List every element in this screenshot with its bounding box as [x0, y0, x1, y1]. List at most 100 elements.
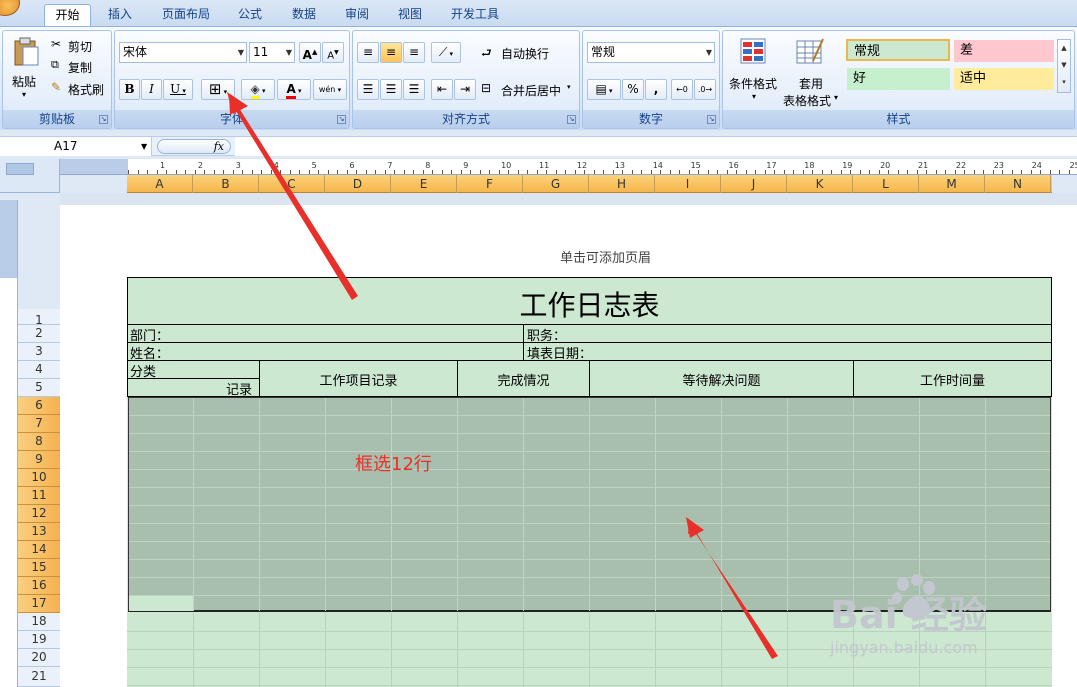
- style-cell-neutral[interactable]: 适中: [954, 68, 1054, 90]
- row-header-18[interactable]: 18: [18, 613, 60, 631]
- ruler-tick: [252, 170, 253, 174]
- row-header-1[interactable]: 1: [18, 309, 60, 327]
- format-as-table-button[interactable]: 套用 表格格式 ▾: [783, 35, 843, 108]
- column-header-f[interactable]: F: [457, 175, 523, 193]
- number-format-combo[interactable]: 常规 ▼: [587, 42, 715, 63]
- formula-input[interactable]: [235, 137, 1077, 156]
- merge-center-button[interactable]: ⊟ 合并后居中 ▾: [481, 81, 577, 99]
- column-header-a[interactable]: A: [127, 175, 193, 193]
- font-launcher-icon[interactable]: ↘: [337, 115, 346, 124]
- row-header-15[interactable]: 15: [18, 559, 60, 577]
- percent-button[interactable]: %: [622, 79, 644, 100]
- row-header-2[interactable]: 2: [18, 325, 60, 343]
- phonetic-button[interactable]: wén ▾: [313, 79, 347, 100]
- row-header-3[interactable]: 3: [18, 343, 60, 361]
- column-header-c[interactable]: C: [259, 175, 325, 193]
- column-header-l[interactable]: L: [853, 175, 919, 193]
- fill-color-button[interactable]: ◈ ▾: [241, 79, 275, 100]
- row-header-8[interactable]: 8: [18, 433, 60, 451]
- clipboard-launcher-icon[interactable]: ↘: [99, 115, 108, 124]
- tab-insert[interactable]: 插入: [100, 4, 140, 27]
- tab-review[interactable]: 审阅: [337, 4, 377, 27]
- wrap-text-button[interactable]: ⮐ 自动换行: [481, 44, 577, 62]
- decrease-decimal-button[interactable]: .0→: [694, 79, 716, 100]
- row-header-17[interactable]: 17: [18, 595, 60, 613]
- name-box[interactable]: A17 ▼: [0, 137, 152, 156]
- ruler-tick: [765, 170, 766, 174]
- alignment-launcher-icon[interactable]: ↘: [567, 115, 576, 124]
- row-header-6[interactable]: 6: [18, 397, 60, 415]
- align-bottom-button[interactable]: ≡: [403, 42, 425, 63]
- row-header-14[interactable]: 14: [18, 541, 60, 559]
- align-center-button[interactable]: ☰: [380, 79, 402, 100]
- row-header-16[interactable]: 16: [18, 577, 60, 595]
- ruler-tick: [869, 170, 870, 174]
- align-middle-button[interactable]: ≡: [380, 42, 402, 63]
- column-header-m[interactable]: M: [919, 175, 985, 193]
- chevron-down-icon[interactable]: ▼: [141, 137, 147, 156]
- column-header-d[interactable]: D: [325, 175, 391, 193]
- style-cell-bad[interactable]: 差: [954, 40, 1054, 62]
- tab-formulas[interactable]: 公式: [230, 4, 270, 27]
- grow-font-button[interactable]: A▲: [299, 42, 321, 63]
- accounting-button[interactable]: ▤ ▾: [587, 79, 621, 100]
- row-header-9[interactable]: 9: [18, 451, 60, 469]
- italic-button[interactable]: I: [141, 79, 162, 100]
- row-header-19[interactable]: 19: [18, 631, 60, 649]
- styles-scroll[interactable]: ▲ ▼ ▾: [1057, 39, 1071, 93]
- tab-home[interactable]: 开始: [44, 4, 91, 27]
- row-header-7[interactable]: 7: [18, 415, 60, 433]
- row-header-12[interactable]: 12: [18, 505, 60, 523]
- column-header-k[interactable]: K: [787, 175, 853, 193]
- orientation-button[interactable]: ⟋ ▾: [431, 42, 461, 63]
- bold-button[interactable]: B: [119, 79, 140, 100]
- column-header-i[interactable]: I: [655, 175, 721, 193]
- column-header-n[interactable]: N: [985, 175, 1051, 193]
- decrease-indent-button[interactable]: ⇤: [431, 79, 453, 100]
- paste-button[interactable]: 粘贴 ▾: [9, 35, 43, 107]
- ruler-tick: [499, 170, 500, 174]
- active-cell-a17[interactable]: [129, 595, 194, 611]
- align-top-button[interactable]: ≡: [357, 42, 379, 63]
- page-header-hint[interactable]: 单击可添加页眉: [560, 247, 670, 266]
- align-left-button[interactable]: ☰: [357, 79, 379, 100]
- office-button[interactable]: [0, 0, 20, 16]
- font-name-combo[interactable]: 宋体 ▼: [119, 42, 247, 63]
- comma-button[interactable]: ,: [645, 79, 667, 100]
- style-cell-good[interactable]: 好: [847, 68, 950, 90]
- row-header-21[interactable]: 21: [18, 667, 60, 687]
- row-header-20[interactable]: 20: [18, 649, 60, 667]
- insert-function-button[interactable]: fx: [157, 139, 231, 154]
- tab-page-layout[interactable]: 页面布局: [155, 4, 217, 27]
- select-all-corner[interactable]: [0, 159, 60, 193]
- cut-button[interactable]: ✂ 剪切: [49, 37, 109, 55]
- row-header-11[interactable]: 11: [18, 487, 60, 505]
- column-header-b[interactable]: B: [193, 175, 259, 193]
- tab-data[interactable]: 数据: [284, 4, 324, 27]
- borders-button[interactable]: ⊞ ▾: [201, 79, 235, 100]
- column-header-h[interactable]: H: [589, 175, 655, 193]
- format-painter-button[interactable]: ✎ 格式刷: [49, 80, 111, 98]
- copy-button[interactable]: ⧉ 复制: [49, 58, 109, 76]
- row-header-13[interactable]: 13: [18, 523, 60, 541]
- column-header-g[interactable]: G: [523, 175, 589, 193]
- shrink-font-button[interactable]: A▼: [322, 42, 344, 63]
- font-size-combo[interactable]: 11 ▼: [249, 42, 295, 63]
- tab-developer[interactable]: 开发工具: [445, 4, 505, 27]
- conditional-format-button[interactable]: 条件格式 ▾: [727, 35, 783, 107]
- increase-decimal-button[interactable]: ←0: [671, 79, 693, 100]
- column-header-j[interactable]: J: [721, 175, 787, 193]
- paste-dropdown-icon[interactable]: ▾: [22, 90, 26, 99]
- column-header-e[interactable]: E: [391, 175, 457, 193]
- underline-button[interactable]: U ▾: [163, 79, 193, 100]
- number-launcher-icon[interactable]: ↘: [707, 115, 716, 124]
- tab-view[interactable]: 视图: [390, 4, 430, 27]
- row-header-5[interactable]: 5: [18, 379, 60, 397]
- font-color-button[interactable]: A ▾: [277, 79, 311, 100]
- row-header-4[interactable]: 4: [18, 361, 60, 379]
- style-cell-normal[interactable]: 常规: [846, 39, 950, 61]
- ruler-tick: [185, 170, 186, 174]
- align-right-button[interactable]: ☰: [403, 79, 425, 100]
- increase-indent-button[interactable]: ⇥: [454, 79, 476, 100]
- row-header-10[interactable]: 10: [18, 469, 60, 487]
